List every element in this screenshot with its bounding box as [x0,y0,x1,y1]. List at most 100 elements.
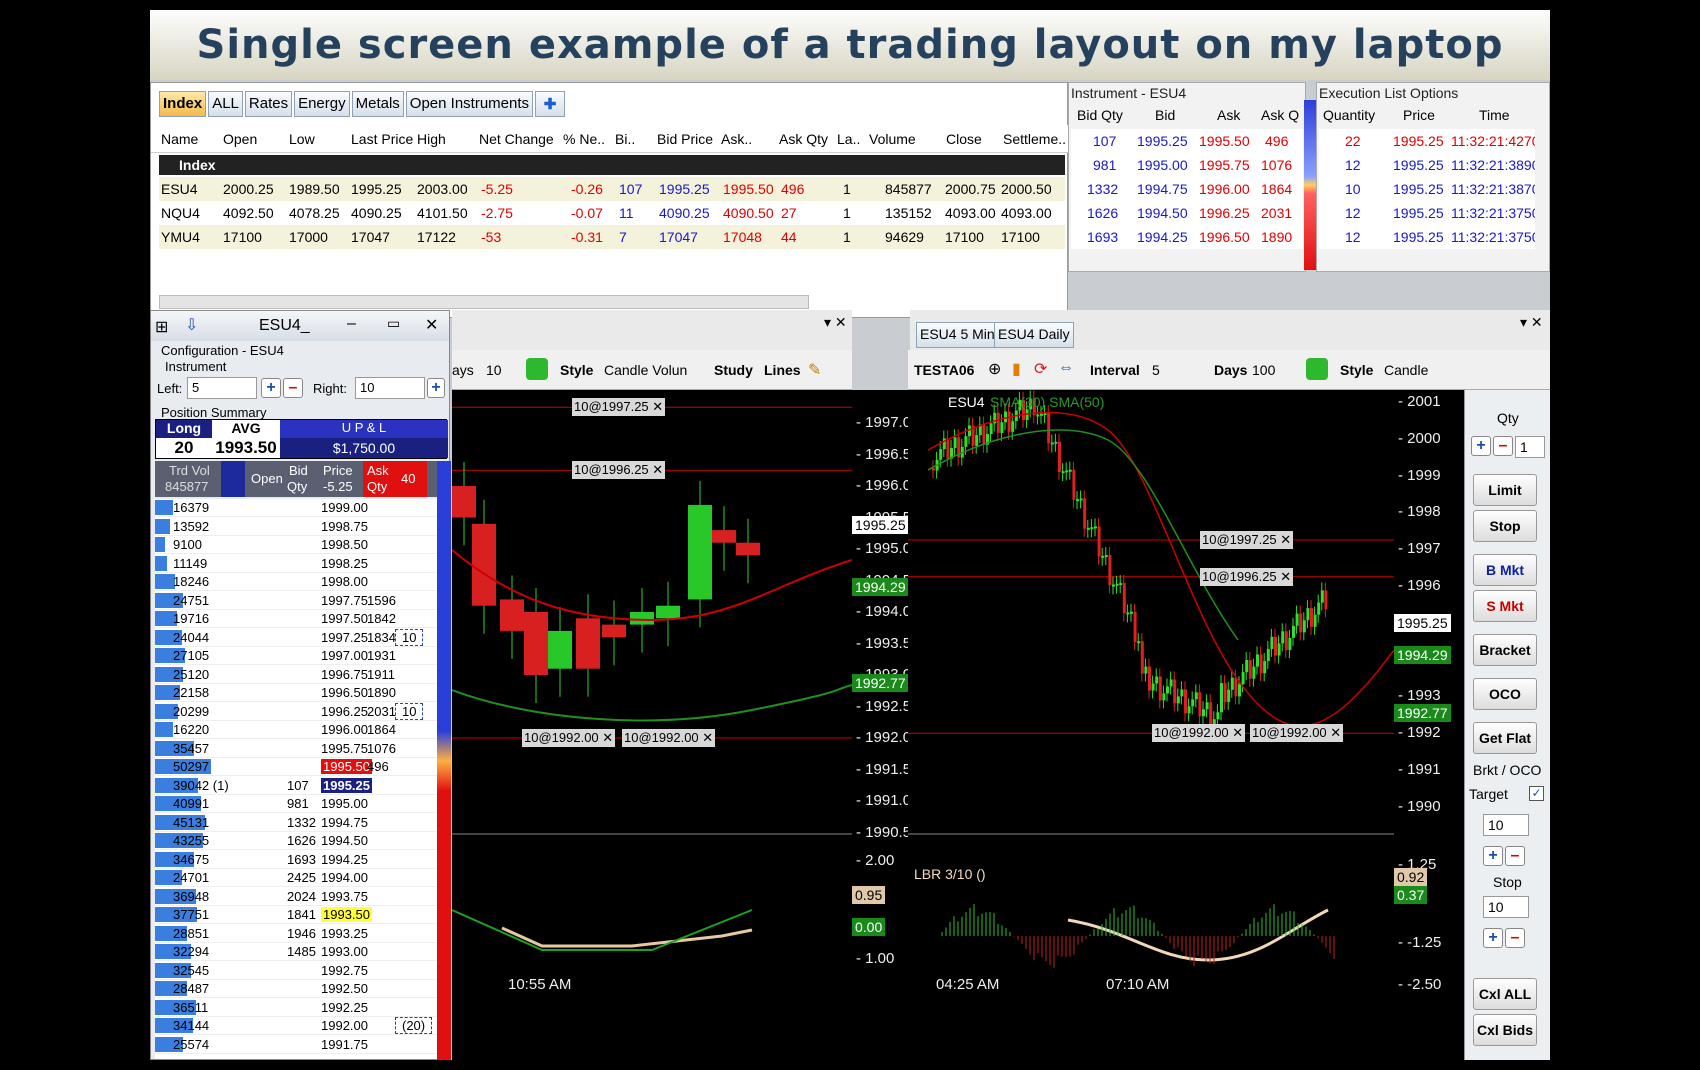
days-select[interactable]: 100 [1252,362,1275,378]
left-plus-button[interactable]: + [261,378,281,398]
ladder-row[interactable]: 9100 1998.50 [155,536,447,554]
ladder-row[interactable]: 16379 1999.00 [155,499,447,517]
left-minus-button[interactable]: – [283,378,303,398]
ladder-row[interactable]: 16220 1996.00 1864 [155,721,447,739]
left-input[interactable]: 5 [187,377,257,399]
cancel-bids-button[interactable]: Cxl Bids [1473,1014,1537,1046]
quote-row[interactable]: NQU4 4092.50 4078.25 4090.25 4101.50 -2.… [159,201,1065,225]
order-label[interactable]: 10@1992.00 ✕ [1152,724,1246,743]
order-label[interactable]: 10@1996.25 ✕ [1200,567,1294,586]
col-bid-price[interactable]: Bid Price [657,131,713,147]
ladder-row[interactable]: 28851 1946 1993.25 [155,925,447,943]
ladder-row[interactable]: 32294 1485 1993.00 [155,943,447,961]
interval-select[interactable]: 5 [1152,362,1160,378]
stop-button[interactable]: Stop [1473,510,1537,542]
target-plus-button[interactable]: + [1483,846,1503,866]
order-label[interactable]: 10@1992.00 ✕ [1250,724,1344,743]
refresh-icon[interactable] [1306,358,1328,380]
chart-b[interactable]: ESU4 SMA(30) SMA(50) LBR 3/10 () 10@1997… [908,390,1395,1060]
quote-hscrollbar[interactable] [159,295,809,309]
ladder-row[interactable]: 28487 1992.50 [155,980,447,998]
ladder-row[interactable]: 32545 1992.75 [155,962,447,980]
chart-a[interactable]: 10@1997.25 ✕ 10@1996.25 ✕ 10@1992.00 ✕ 10@1… [451,390,853,1060]
col-pct-net[interactable]: % Ne.. [563,131,605,147]
tab-index[interactable]: Index [159,91,207,117]
stop-plus-button[interactable]: + [1483,928,1503,948]
target-minus-button[interactable]: – [1505,846,1525,866]
close-icon[interactable]: ▾ ✕ [1520,314,1543,331]
account-label[interactable]: TESTA06 [914,362,974,378]
order-label[interactable]: 10@1997.25 ✕ [572,398,666,417]
col-last[interactable]: La.. [837,131,860,147]
toggle-icon[interactable]: ⇔ [1058,359,1074,377]
crosshair-icon[interactable]: ⊕ [988,359,1001,379]
bars-icon[interactable]: ▮ [1012,359,1021,379]
position-summary-header[interactable]: Position Summary [161,405,266,420]
ladder-row[interactable]: 34675 1693 1994.25 [155,851,447,869]
tab-esu4-daily[interactable]: ESU4 Daily [994,322,1074,348]
get-flat-button[interactable]: Get Flat [1473,722,1537,754]
working-order[interactable]: 10 [395,628,424,646]
ladder-row[interactable]: 24751 1997.75 1596 [155,592,447,610]
ladder-row[interactable]: 25120 1996.75 1911 [155,666,447,684]
config-header[interactable]: Configuration - ESU4 [161,343,284,358]
target-checkbox[interactable]: ✓ [1529,786,1544,801]
add-tab-icon[interactable]: ✚ [535,91,566,117]
ladder-row[interactable]: 50297 1995.50 496 [155,758,447,776]
ladder-row[interactable]: 22158 1996.50 1890 [155,684,447,702]
buy-market-button[interactable]: B Mkt [1473,554,1537,586]
style-select[interactable]: Candle Volun [604,362,687,378]
instrument-header[interactable]: Instrument [165,359,226,374]
col-bid-qty[interactable]: Bi.. [615,131,635,147]
ladder-row[interactable]: 36948 2024 1993.75 [155,888,447,906]
ladder-row[interactable]: 37751 1841 1993.50 [155,906,447,924]
close-icon[interactable]: ✕ [425,315,438,335]
order-label[interactable]: 10@1997.25 ✕ [1200,531,1294,549]
col-low[interactable]: Low [289,131,315,147]
ladder-row[interactable]: 39042 (1) 107 1995.25 [155,777,447,795]
qty-minus-button[interactable]: – [1493,436,1513,456]
quote-row[interactable]: ESU4 2000.25 1989.50 1995.25 2003.00 -5.… [159,177,1065,201]
ladder-row[interactable]: 35457 1995.75 1076 [155,740,447,758]
tab-all[interactable]: ALL [208,91,243,117]
ladder-row[interactable]: 27105 1997.00 1931 [155,647,447,665]
order-label[interactable]: 10@1992.00 ✕ [622,729,716,747]
col-close[interactable]: Close [946,131,982,147]
price-ladder[interactable]: 16379 1999.00 13592 1998.75 9100 1998.50 11149… [155,499,447,1059]
ladder-row[interactable]: 13592 1998.75 [155,518,447,536]
ladder-row[interactable]: 36511 1992.25 [155,999,447,1017]
working-order[interactable]: 10 [395,702,424,720]
tab-esu4-5min[interactable]: ESU4 5 Min [916,322,999,348]
ladder-row[interactable]: 11149 1998.25 [155,555,447,573]
qty-plus-button[interactable]: + [1471,436,1491,456]
col-net-change[interactable]: Net Change [479,131,554,147]
ladder-row[interactable]: 43255 1626 1994.50 [155,832,447,850]
ladder-row[interactable]: 19716 1997.50 1842 [155,610,447,628]
col-high[interactable]: High [417,131,446,147]
days-select[interactable]: 10 [486,362,502,378]
tab-rates[interactable]: Rates [244,91,293,117]
order-label[interactable]: 10@1996.25 ✕ [572,461,666,480]
style-select[interactable]: Candle [1384,362,1428,378]
sell-market-button[interactable]: S Mkt [1473,590,1537,622]
right-plus-button[interactable]: + [427,378,445,398]
col-ask-qty[interactable]: Ask Qty [779,131,828,147]
pin-icon[interactable]: ⇩ [185,315,198,335]
order-label[interactable]: 10@1992.00 ✕ [522,729,616,747]
qty-input[interactable]: 1 [1515,436,1545,458]
cancel-all-button[interactable]: Cxl ALL [1473,978,1537,1010]
ladder-row[interactable]: 25574 1991.75 [155,1036,447,1054]
col-open[interactable]: Open [223,131,257,147]
right-input[interactable]: 10 [355,377,425,399]
tab-open-instruments[interactable]: Open Instruments [405,91,534,117]
maximize-icon[interactable]: ▭ [387,315,400,332]
refresh-icon[interactable] [526,358,548,380]
ladder-row[interactable]: 18246 1998.00 [155,573,447,591]
tab-metals[interactable]: Metals [351,91,404,117]
close-icon[interactable]: ▾ ✕ [824,314,847,331]
col-ask[interactable]: Ask.. [721,131,752,147]
col-last-price[interactable]: Last Price [351,131,413,147]
target-input[interactable]: 10 [1483,814,1529,836]
col-volume[interactable]: Volume [869,131,916,147]
working-order[interactable]: (20) [395,1017,433,1034]
